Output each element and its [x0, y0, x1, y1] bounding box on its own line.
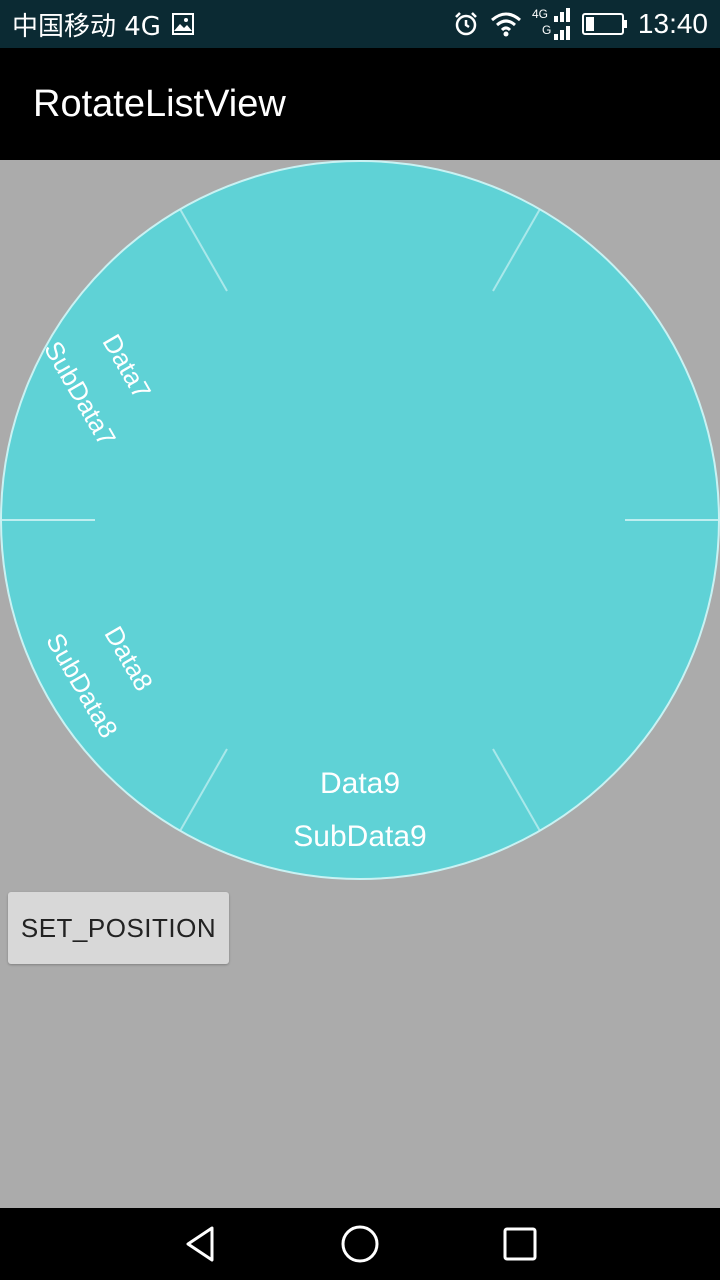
svg-text:G: G [542, 23, 551, 37]
status-time: 13:40 [637, 8, 708, 39]
navigation-bar [0, 1208, 720, 1280]
wheel-item-subtitle: SubData9 [293, 820, 426, 853]
wifi-icon [490, 11, 522, 37]
status-left: 中国移动 4G [12, 6, 195, 43]
alarm-icon [452, 10, 480, 38]
signal-icon: 4G G [532, 6, 572, 42]
app-bar: RotateListView [0, 48, 720, 160]
battery-icon [581, 12, 628, 36]
status-bar: 中国移动 4G 4G G 13:40 [0, 0, 720, 48]
app-title: RotateListView [33, 82, 286, 125]
carrier-label: 中国移动 4G [12, 11, 161, 42]
back-icon[interactable] [178, 1222, 222, 1266]
wheel-item-title: Data9 [320, 767, 400, 800]
image-icon [171, 12, 195, 36]
network-small-label: 4G [532, 7, 548, 21]
rotate-list-wheel[interactable]: Data7 SubData7 Data8 SubData8 Data9 SubD… [0, 160, 720, 880]
content-area: Data7 SubData7 Data8 SubData8 Data9 SubD… [0, 160, 720, 1208]
recents-icon[interactable] [498, 1222, 542, 1266]
home-icon[interactable] [338, 1222, 382, 1266]
set-position-button[interactable]: SET_POSITION [8, 892, 229, 964]
status-right: 4G G 13:40 [452, 6, 708, 42]
